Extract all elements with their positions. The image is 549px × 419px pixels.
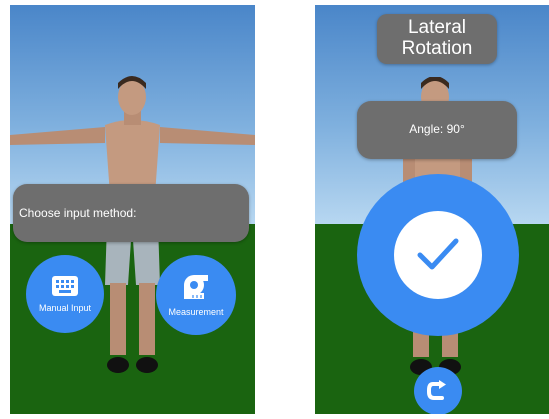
angle-readout: Angle: 90° xyxy=(409,122,465,136)
screen-input-method: Choose input method: Manual Input Measur… xyxy=(10,5,255,414)
checkmark-icon xyxy=(417,238,459,270)
exercise-title-panel: Lateral Rotation xyxy=(377,14,497,64)
keyboard-icon xyxy=(52,276,78,296)
input-method-prompt: Choose input method: xyxy=(19,206,137,220)
tape-measure-icon xyxy=(184,275,208,299)
rotate-icon xyxy=(427,380,446,400)
exercise-title-line2: Rotation xyxy=(401,38,473,59)
angle-panel: Angle: 90° xyxy=(357,101,517,159)
screen-lateral-rotation: Lateral Rotation Angle: 90° xyxy=(315,5,549,414)
reset-button[interactable] xyxy=(414,367,462,414)
measurement-button[interactable]: Measurement xyxy=(156,255,236,335)
exercise-title-line1: Lateral xyxy=(407,17,467,38)
measurement-label: Measurement xyxy=(168,307,224,317)
input-method-panel: Choose input method: xyxy=(13,184,249,242)
confirm-inner-circle xyxy=(394,211,482,299)
manual-input-label: Manual Input xyxy=(38,303,92,313)
manual-input-button[interactable]: Manual Input xyxy=(26,255,104,333)
confirm-button[interactable] xyxy=(357,174,519,336)
